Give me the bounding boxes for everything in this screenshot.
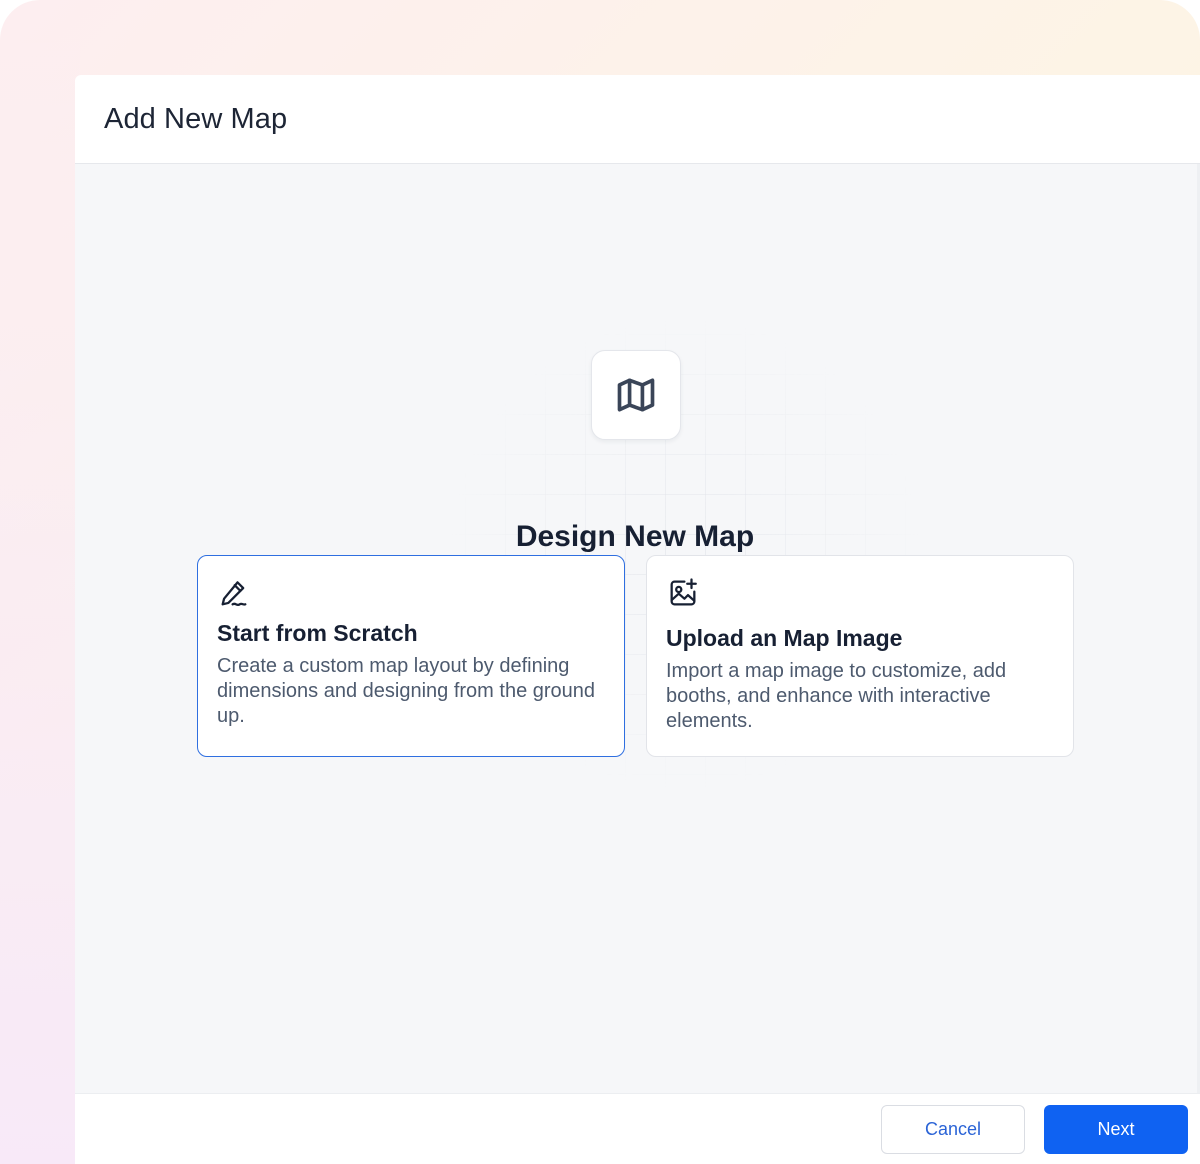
upload-map-image-option[interactable]: Upload an Map Image Import a map image t…	[646, 555, 1074, 757]
next-button[interactable]: Next	[1044, 1105, 1188, 1154]
dialog-body: Design New Map Start from Scratch Create…	[75, 164, 1200, 1093]
option-title: Start from Scratch	[217, 620, 418, 646]
map-icon	[591, 350, 681, 440]
option-title: Upload an Map Image	[666, 625, 903, 651]
image-plus-icon	[670, 578, 697, 606]
option-description: Create a custom map layout by defining d…	[217, 655, 596, 727]
dialog-footer: Cancel Next	[75, 1093, 1200, 1164]
dialog-header: Add New Map	[75, 75, 1200, 164]
start-from-scratch-option[interactable]: Start from Scratch Create a custom map l…	[197, 555, 625, 757]
hero-title: Design New Map	[515, 520, 755, 553]
add-map-dialog: Add New Map Design New Map Start from Sc…	[75, 75, 1200, 1164]
pen-signature-icon	[221, 581, 247, 607]
option-description: Import a map image to customize, add boo…	[666, 660, 1007, 732]
cancel-button[interactable]: Cancel	[881, 1105, 1025, 1154]
background-gradient	[0, 0, 80, 1164]
dialog-title: Add New Map	[104, 102, 288, 135]
